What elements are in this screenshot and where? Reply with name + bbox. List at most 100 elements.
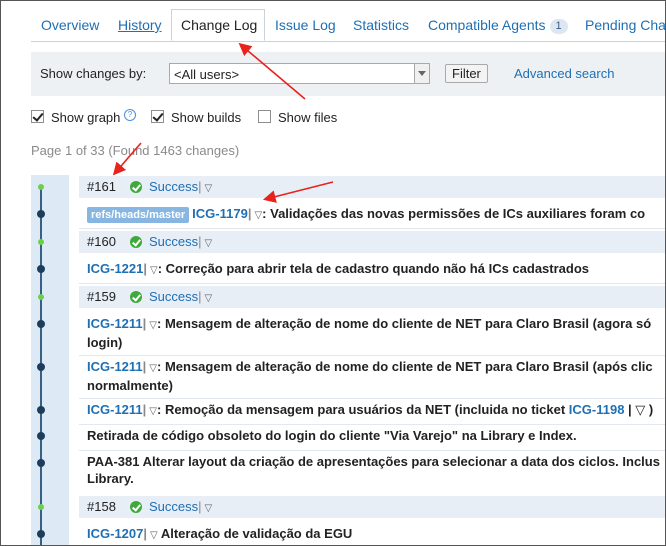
chevron-down-icon[interactable] <box>414 63 430 84</box>
graph-build-dot <box>38 504 44 510</box>
separator: | <box>198 234 202 249</box>
dropdown-triangle-icon[interactable]: ▽ <box>150 262 158 279</box>
issue-link[interactable]: ICG-1211 <box>87 402 143 417</box>
build-row: #160 Success| ▽ <box>79 231 665 255</box>
separator: | <box>142 402 147 417</box>
build-number[interactable]: #159 <box>87 286 116 308</box>
build-status[interactable]: Success| ▽ <box>149 231 212 255</box>
branch-label: refs/heads/master <box>87 207 190 223</box>
build-status-label: Success <box>149 499 199 514</box>
dropdown-triangle-icon[interactable]: ▽ <box>149 317 157 334</box>
change-description[interactable]: : Remoção da mensagem para usuários da N… <box>157 402 569 417</box>
separator: | <box>143 526 148 541</box>
dropdown-triangle-icon[interactable]: ▽ <box>150 527 158 544</box>
tab-change-log[interactable]: Change Log <box>171 9 265 41</box>
success-check-icon <box>130 236 142 248</box>
graph-commit-dot <box>37 265 45 273</box>
change-row: ICG-1211| ▽: Remoção da mensagem para usu… <box>79 401 665 420</box>
change-description[interactable]: : Mensagem de alteração de nome do clien… <box>157 359 653 374</box>
show-builds-checkbox[interactable] <box>151 110 164 123</box>
graph-commit-dot <box>37 459 45 467</box>
tab-overview[interactable]: Overview <box>41 15 99 37</box>
build-status[interactable]: Success| ▽ <box>149 496 212 520</box>
success-check-icon <box>130 181 142 193</box>
show-changes-label: Show changes by: <box>40 66 147 81</box>
graph-commit-dot <box>37 530 45 538</box>
separator: | <box>198 179 202 194</box>
build-row: #159 Success| ▽ <box>79 286 665 310</box>
change-description[interactable]: Retirada de código obsoleto do login do … <box>87 428 577 443</box>
change-tail: | ▽ ) <box>624 402 654 417</box>
separator: | <box>247 206 252 221</box>
change-graph <box>31 175 69 545</box>
row-divider <box>79 450 665 451</box>
help-icon[interactable]: ? <box>124 109 136 121</box>
issue-link[interactable]: ICG-1211 <box>87 359 143 374</box>
dropdown-triangle-icon[interactable]: ▽ <box>149 360 157 377</box>
graph-build-dot <box>38 184 44 190</box>
tab-pending-changes[interactable]: Pending Char <box>585 15 665 37</box>
separator: | <box>142 316 147 331</box>
agents-count-badge: 1 <box>549 19 568 34</box>
issue-link[interactable]: ICG-1198 <box>569 402 625 417</box>
change-description[interactable]: : Mensagem de alteração de nome do clien… <box>157 316 651 331</box>
show-graph-checkbox[interactable] <box>31 110 44 123</box>
change-row: ICG-1211| ▽: Mensagem de alteração de nom… <box>79 315 665 351</box>
change-description[interactable]: Alteração de validação da EGU <box>158 526 352 541</box>
dropdown-triangle-icon[interactable]: ▽ <box>205 498 213 520</box>
graph-commit-dot <box>37 432 45 440</box>
issue-link[interactable]: ICG-1179 <box>192 206 248 221</box>
tab-bar: Overview History Change Log Issue Log St… <box>31 9 665 42</box>
dropdown-triangle-icon[interactable]: ▽ <box>205 233 213 255</box>
issue-link[interactable]: ICG-1211 <box>87 316 143 331</box>
tab-issue-log[interactable]: Issue Log <box>275 15 336 37</box>
separator: | <box>198 289 202 304</box>
build-status-label: Success <box>149 179 199 194</box>
graph-commit-dot <box>37 363 45 371</box>
change-row: ICG-1207| ▽ Alteração de validação da EGU <box>79 525 665 544</box>
change-description[interactable]: : Correção para abrir tela de cadastro q… <box>158 261 589 276</box>
success-check-icon <box>130 291 142 303</box>
separator: | <box>143 261 148 276</box>
change-description[interactable]: PAA-381 Alterar layout da criação de apr… <box>87 454 660 469</box>
page-frame: Overview History Change Log Issue Log St… <box>0 0 666 546</box>
graph-commit-dot <box>37 210 45 218</box>
dropdown-triangle-icon[interactable]: ▽ <box>205 288 213 310</box>
change-description-cont[interactable]: Library. <box>87 471 134 486</box>
graph-commit-dot <box>37 320 45 328</box>
build-status-label: Success <box>149 234 199 249</box>
change-row: Retirada de código obsoleto do login do … <box>79 427 665 444</box>
row-divider <box>79 355 665 356</box>
dropdown-triangle-icon[interactable]: ▽ <box>205 178 213 200</box>
advanced-search-link[interactable]: Advanced search <box>514 66 614 81</box>
issue-link[interactable]: ICG-1221 <box>87 261 143 276</box>
build-status[interactable]: Success| ▽ <box>149 286 212 310</box>
filter-button[interactable]: Filter <box>445 64 488 83</box>
graph-build-dot <box>38 294 44 300</box>
dropdown-triangle-icon[interactable]: ▽ <box>149 403 157 420</box>
build-number[interactable]: #158 <box>87 496 116 518</box>
row-divider <box>79 398 665 399</box>
change-description[interactable]: : Validações das novas permissões de ICs… <box>262 206 645 221</box>
show-files-label: Show files <box>278 110 338 125</box>
change-description-cont[interactable]: login) <box>87 335 122 350</box>
graph-commit-dot <box>37 406 45 414</box>
change-row: refs/heads/master ICG-1179| ▽: Validações … <box>79 205 665 224</box>
build-row: #161 Success| ▽ <box>79 176 665 200</box>
tab-statistics[interactable]: Statistics <box>353 15 409 37</box>
build-status[interactable]: Success| ▽ <box>149 176 212 200</box>
separator: | <box>142 359 147 374</box>
user-select[interactable]: <All users> <box>169 63 429 84</box>
build-number[interactable]: #160 <box>87 231 116 253</box>
show-builds-label: Show builds <box>171 110 242 125</box>
show-files-checkbox[interactable] <box>258 110 271 123</box>
change-description-cont[interactable]: normalmente) <box>87 378 173 393</box>
build-number[interactable]: #161 <box>87 176 116 198</box>
issue-link[interactable]: ICG-1207 <box>87 526 143 541</box>
pager-text: Page 1 of 33 (Found 1463 changes) <box>31 143 240 158</box>
tab-compatible-agents[interactable]: Compatible Agents 1 <box>428 15 568 37</box>
row-divider <box>79 283 665 284</box>
tab-history[interactable]: History <box>118 15 162 37</box>
success-check-icon <box>130 501 142 513</box>
row-divider <box>79 424 665 425</box>
